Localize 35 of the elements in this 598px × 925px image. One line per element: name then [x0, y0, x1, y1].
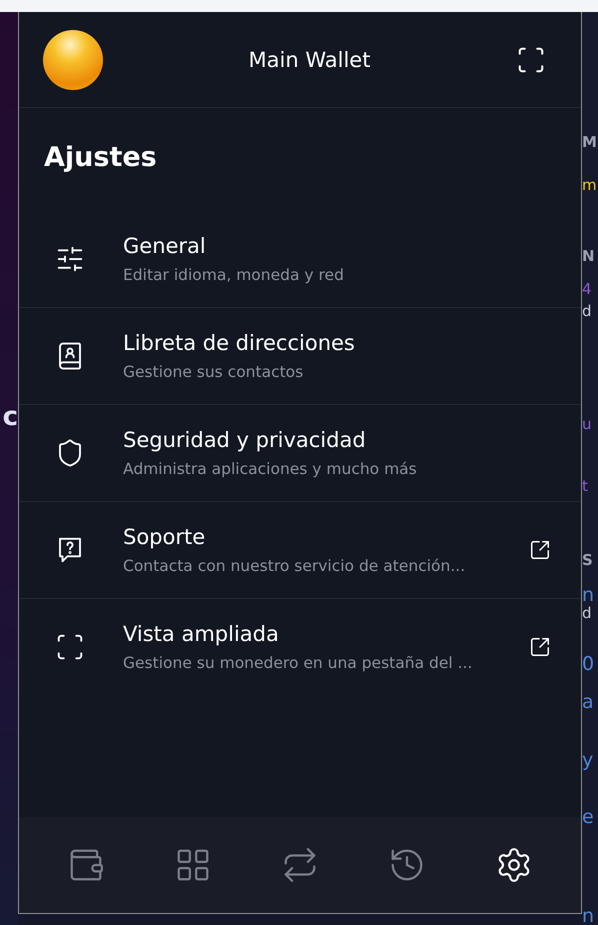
sliders-icon [55, 244, 85, 274]
item-title: Libreta de direcciones [123, 331, 356, 355]
settings-item[interactable]: Vista ampliada Gestione su monedero en una pestaña del ... [19, 599, 581, 696]
item-title: Soporte [123, 525, 206, 549]
background-text: n [582, 586, 594, 605]
page-title: Ajustes [44, 142, 158, 173]
background-text: n [582, 907, 594, 925]
background-text: 0 [582, 655, 594, 674]
background-text: e [582, 808, 594, 827]
item-title: Vista ampliada [123, 622, 280, 646]
background-text: m [582, 178, 597, 193]
background-text: d [582, 304, 592, 319]
item-subtitle: Gestione su monedero en una pestaña del ... [123, 654, 474, 672]
background-text: S [582, 553, 593, 568]
item-subtitle: Administra aplicaciones y mucho más [123, 460, 418, 478]
settings-item[interactable]: Soporte Contacta con nuestro servicio de atención... [19, 502, 581, 599]
background-text: d [582, 606, 592, 621]
background-text: y [582, 751, 594, 770]
background-text: t [582, 479, 588, 494]
item-subtitle: Editar idioma, moneda y red [123, 266, 345, 284]
background-text: u [582, 417, 592, 432]
background-text: a [582, 693, 594, 712]
wallet-title: Main Wallet [248, 48, 370, 72]
expand-icon [55, 632, 85, 662]
background-text: c [2, 404, 18, 430]
item-title: General [123, 234, 207, 258]
settings-item[interactable]: Libreta de direcciones Gestione sus contactos [19, 308, 581, 405]
item-subtitle: Contacta con nuestro servicio de atención... [123, 557, 466, 575]
item-subtitle: Gestione sus contactos [123, 363, 304, 381]
settings-item[interactable]: Seguridad y privacidad Administra aplicaciones y mucho más [19, 405, 581, 502]
item-title: Seguridad y privacidad [123, 428, 367, 452]
background-text: N [582, 249, 595, 264]
background-text: M [582, 135, 597, 150]
background-text: 4 [582, 282, 592, 297]
settings-item[interactable]: General Editar idioma, moneda y red [19, 211, 581, 308]
